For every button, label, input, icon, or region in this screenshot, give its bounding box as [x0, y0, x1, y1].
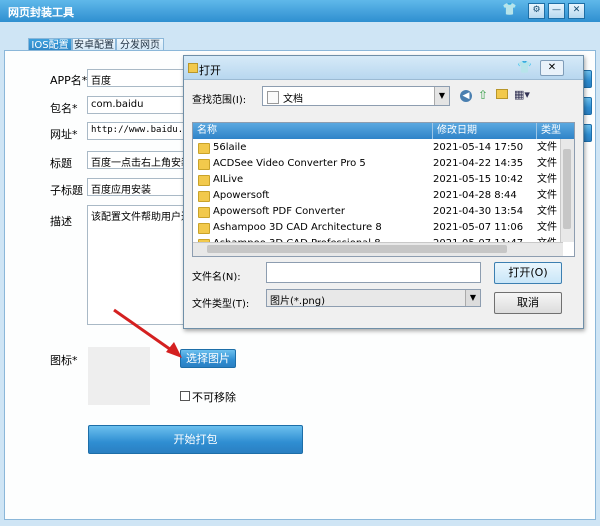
non-removable-checkbox[interactable] [180, 391, 190, 401]
list-item[interactable]: Apowersoft PDF Converter 2021-04-30 13:5… [193, 204, 563, 220]
title-label: 标题 [50, 157, 72, 170]
new-folder-icon[interactable] [496, 89, 508, 99]
look-in-select[interactable]: 文档 ▼ [262, 86, 450, 106]
list-item[interactable]: Apowersoft 2021-04-28 8:44 文件 [193, 188, 563, 204]
window-title: 网页封装工具 [8, 6, 74, 19]
skin-icon[interactable]: 👕 [502, 3, 517, 17]
horizontal-scrollbar[interactable] [193, 242, 563, 256]
package-label: 包名* [50, 102, 78, 115]
non-removable-label: 不可移除 [192, 391, 236, 404]
list-item[interactable]: ACDSee Video Converter Pro 5 2021-04-22 … [193, 156, 563, 172]
column-header-name[interactable]: 名称 [193, 123, 433, 139]
back-icon[interactable]: ◀ [460, 90, 472, 102]
file-name: 56laile [213, 142, 247, 153]
column-header-date[interactable]: 修改日期 [433, 123, 537, 139]
look-in-dropdown-icon[interactable]: ▼ [434, 87, 449, 105]
dialog-title: 打开 [199, 64, 221, 77]
file-date: 2021-05-14 17:50 [433, 142, 524, 153]
app-name-label: APP名* [50, 74, 88, 87]
filename-label: 文件名(N): [192, 272, 241, 283]
file-list: 名称 修改日期 类型 56laile 2021-05-14 17:50 文件 A… [192, 122, 575, 257]
file-type: 文件 [537, 174, 557, 185]
dialog-title-bar: 打开 👕 ✕ [184, 56, 583, 80]
up-folder-icon[interactable]: ⇧ [478, 88, 488, 102]
filetype-label: 文件类型(T): [192, 299, 250, 310]
folder-icon [198, 207, 210, 218]
file-type: 文件 [537, 190, 557, 201]
view-menu-icon[interactable]: ▦▾ [514, 88, 530, 101]
filetype-dropdown-icon[interactable]: ▼ [465, 290, 480, 306]
vertical-scroll-thumb[interactable] [563, 149, 571, 229]
filename-input[interactable] [266, 262, 481, 283]
close-button[interactable]: ✕ [568, 3, 585, 19]
list-item[interactable]: 56laile 2021-05-14 17:50 文件 [193, 140, 563, 156]
file-type: 文件 [537, 222, 557, 233]
horizontal-scroll-thumb[interactable] [207, 245, 507, 253]
document-icon [267, 91, 279, 104]
vertical-scrollbar[interactable] [560, 139, 574, 242]
look-in-value: 文档 [283, 94, 303, 105]
filetype-select[interactable]: 图片(*.png) ▼ [266, 289, 481, 307]
pointer-arrow-icon [113, 308, 182, 358]
title-input[interactable]: 百度一点击右上角安装 [87, 151, 187, 169]
list-item[interactable]: AILive 2021-05-15 10:42 文件 [193, 172, 563, 188]
url-label: 网址* [50, 128, 78, 141]
file-type: 文件 [537, 206, 557, 217]
file-type: 文件 [537, 158, 557, 169]
app-name-input[interactable]: 百度 [87, 69, 187, 87]
file-name: Apowersoft PDF Converter [213, 206, 345, 217]
file-date: 2021-04-22 14:35 [433, 158, 524, 169]
file-date: 2021-05-15 10:42 [433, 174, 524, 185]
subtitle-input[interactable]: 百度应用安装 [87, 178, 187, 196]
open-button[interactable]: 打开(O) [494, 262, 562, 284]
folder-icon [198, 159, 210, 170]
file-date: 2021-04-30 13:54 [433, 206, 524, 217]
file-date: 2021-04-28 8:44 [433, 190, 517, 201]
settings-icon[interactable]: ⚙ [528, 3, 545, 19]
minimize-button[interactable]: — [548, 3, 565, 19]
file-name: Apowersoft [213, 190, 270, 201]
file-date: 2021-05-07 11:06 [433, 222, 524, 233]
subtitle-label: 子标题 [50, 184, 83, 197]
folder-icon [198, 175, 210, 186]
dialog-skin-icon[interactable]: 👕 [517, 60, 532, 74]
file-name: Ashampoo 3D CAD Architecture 8 [213, 222, 382, 233]
file-name: AILive [213, 174, 244, 185]
main-title-bar: 网页封装工具 👕 ⚙ — ✕ [0, 0, 600, 22]
open-file-dialog: 打开 👕 ✕ 查找范围(I): 文档 ▼ ◀ ⇧ ▦▾ 名称 修改日期 类型 5… [183, 55, 584, 329]
package-input[interactable]: com.baidu [87, 96, 187, 114]
url-input[interactable]: http://www.baidu.com [87, 122, 187, 140]
start-pack-button[interactable]: 开始打包 [88, 425, 303, 454]
cancel-button[interactable]: 取消 [494, 292, 562, 314]
folder-icon [198, 143, 210, 154]
dialog-app-icon [188, 63, 198, 73]
filetype-value: 图片(*.png) [270, 296, 326, 307]
dialog-close-button[interactable]: ✕ [540, 60, 564, 76]
folder-icon [198, 223, 210, 234]
file-type: 文件 [537, 142, 557, 153]
list-item[interactable]: Ashampoo 3D CAD Architecture 8 2021-05-0… [193, 220, 563, 236]
icon-label: 图标* [50, 354, 78, 367]
column-header-type[interactable]: 类型 [537, 123, 574, 139]
look-in-label: 查找范围(I): [192, 95, 247, 106]
file-name: ACDSee Video Converter Pro 5 [213, 158, 366, 169]
description-label: 描述 [50, 215, 72, 228]
folder-icon [198, 191, 210, 202]
